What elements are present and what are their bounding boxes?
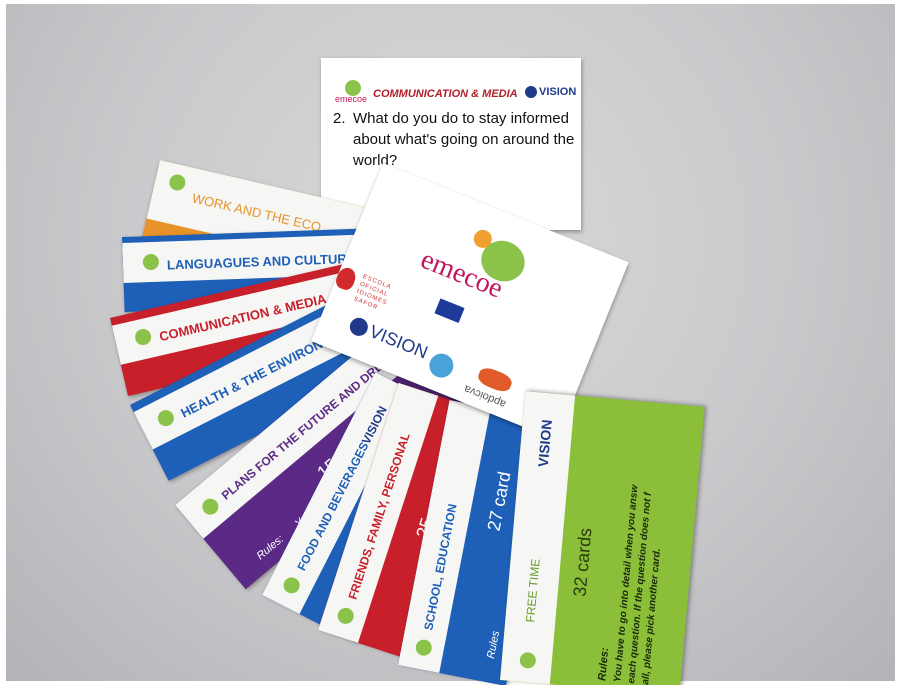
question-card-category: COMMUNICATION & MEDIA (373, 88, 518, 100)
vision-logo-icon (347, 315, 371, 339)
card-free-time-count: 32 cards (569, 526, 596, 598)
question-number: 2. (333, 110, 346, 127)
question-line-2: about what's going on around the (353, 131, 575, 148)
cover-partner-text: VISION (366, 321, 431, 363)
vision-logo-icon (525, 86, 537, 99)
cover-partner: VISION (347, 313, 431, 363)
card-free-time-rules-label: Rules: (596, 646, 612, 682)
card-school-rules: Rules (485, 629, 503, 660)
question-line-1: What do you do to stay informed (353, 110, 569, 127)
question-card-partner-text: VISION (539, 86, 577, 98)
question-card-brand: emecoe (335, 94, 368, 104)
eu-flag-icon (434, 298, 465, 323)
card-free-time: FREE TIME VISION 32 cards Rules: You hav… (500, 391, 705, 685)
eoi-logo-icon (425, 349, 457, 382)
photo: emecoe COMMUNICATION & MEDIA VISION 2. W… (0, 0, 901, 685)
question-card-partner: VISION (525, 86, 577, 99)
card-school-count: 27 card (483, 469, 515, 533)
